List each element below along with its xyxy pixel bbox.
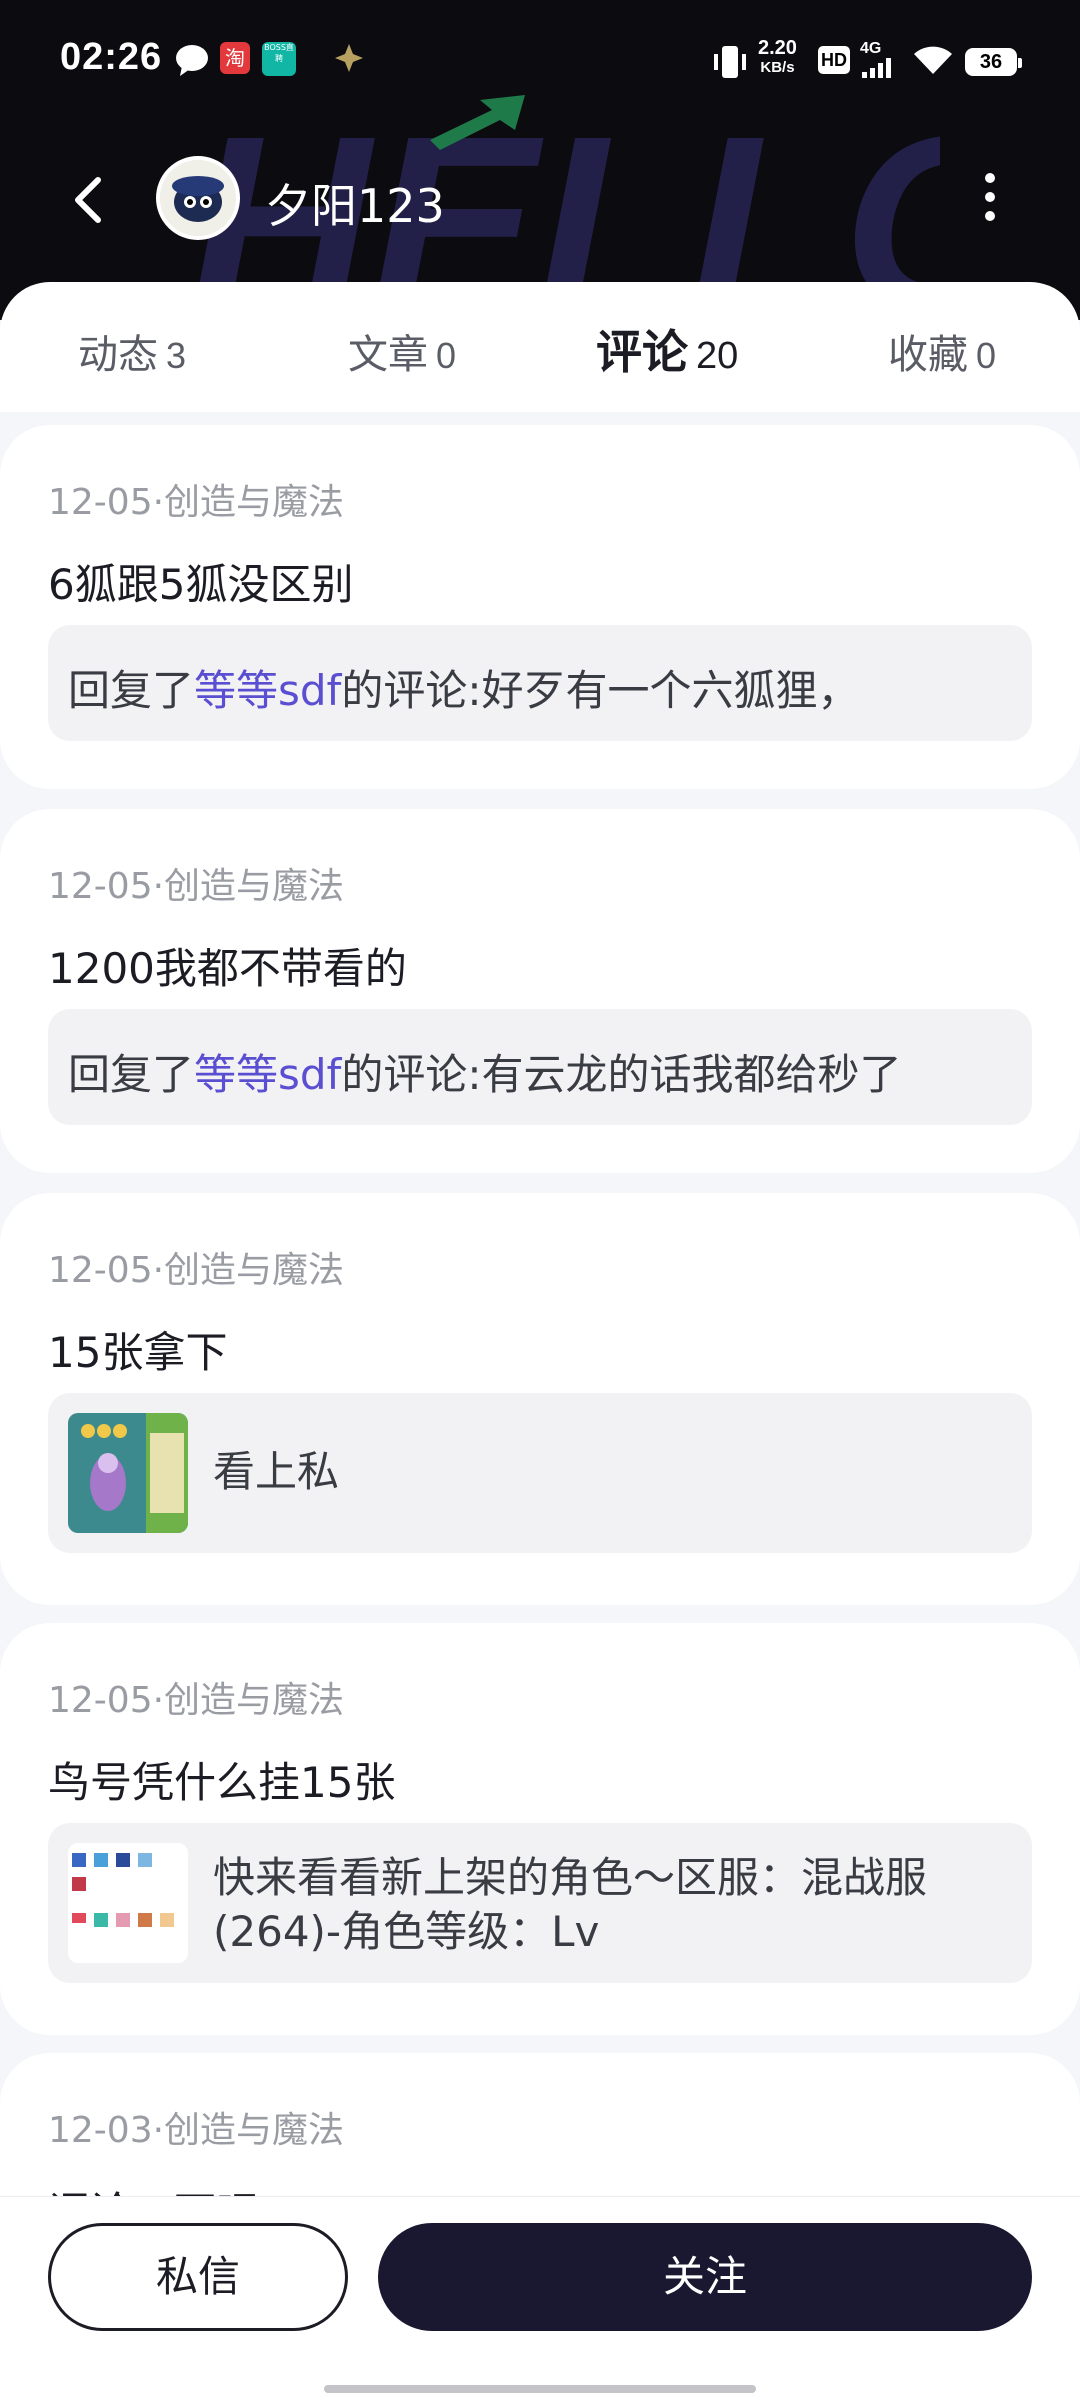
comment-text: 鸟号凭什么挂15张	[48, 1758, 396, 1807]
home-indicator[interactable]	[324, 2385, 756, 2393]
reply-quote-text: 回复了等等sdf的评论:有云龙的话我都给秒了	[68, 1050, 902, 1099]
network-speed: 2.20 KB/s	[758, 37, 797, 76]
comment-meta: 12-05·创造与魔法	[48, 866, 345, 907]
nav-bar: 夕阳123	[0, 140, 1080, 260]
post-thumbnail	[68, 1413, 188, 1533]
tab-comments[interactable]: 评论 20	[590, 316, 764, 386]
signal-icon	[862, 58, 891, 78]
post-quote-text: 看上私	[213, 1447, 340, 1496]
follow-button[interactable]: 关注	[378, 2223, 1032, 2331]
comment-meta: 12-05·创造与魔法	[48, 482, 345, 523]
tab-dynamics[interactable]: 动态 3	[78, 322, 186, 392]
comment-card[interactable]: 12-05·创造与魔法 1200我都不带看的 回复了等等sdf的评论:有云龙的话…	[0, 809, 1080, 1173]
wifi-icon	[914, 46, 952, 74]
comment-card[interactable]: 12-05·创造与魔法 15张拿下 看上私	[0, 1193, 1080, 1605]
hd-icon: HD	[818, 46, 850, 74]
bottom-action-bar: 私信 关注	[0, 2196, 1080, 2401]
reply-quote-text: 回复了等等sdf的评论:好歹有一个六狐狸，	[68, 666, 860, 715]
comment-meta: 12-05·创造与魔法	[48, 1250, 345, 1291]
comment-text: 15张拿下	[48, 1328, 228, 1377]
tab-articles[interactable]: 文章 0	[348, 322, 456, 392]
comment-card[interactable]: 12-05·创造与魔法 6狐跟5狐没区别 回复了等等sdf的评论:好歹有一个六狐…	[0, 425, 1080, 789]
comment-text: 6狐跟5狐没区别	[48, 560, 354, 609]
post-quote-text: 快来看看新上架的角色～区服：混战服 (264)-角色等级：Lv	[213, 1853, 928, 1956]
comment-text: 1200我都不带看的	[48, 944, 407, 993]
username: 夕阳123	[265, 179, 445, 233]
post-quote[interactable]: 看上私	[48, 1393, 1032, 1553]
tab-favorites[interactable]: 收藏 0	[888, 322, 996, 392]
profile-header-banner: HELLO. 02:26 淘 BOSS直聘 2.20 KB/s HD 4G 36	[0, 0, 1080, 320]
network-type: 4G	[860, 40, 882, 57]
battery-icon: 36	[965, 48, 1022, 76]
post-thumbnail	[68, 1843, 188, 1963]
sparkle-icon	[335, 44, 363, 72]
mention-link[interactable]: 等等sdf	[194, 1050, 341, 1099]
profile-tabs: 动态 3 文章 0 评论 20 收藏 0	[0, 282, 1080, 412]
comment-meta: 12-03·创造与魔法	[48, 2110, 345, 2151]
reply-quote[interactable]: 回复了等等sdf的评论:有云龙的话我都给秒了	[48, 1009, 1032, 1125]
mention-link[interactable]: 等等sdf	[194, 666, 341, 715]
more-options-icon[interactable]	[970, 165, 1010, 235]
status-bar: 02:26 淘 BOSS直聘 2.20 KB/s HD 4G 36	[0, 0, 1080, 120]
comment-card[interactable]: 12-05·创造与魔法 鸟号凭什么挂15张 快来看看新上架的角色～区服：混战服 …	[0, 1623, 1080, 2035]
user-avatar[interactable]	[156, 156, 240, 240]
reply-quote[interactable]: 回复了等等sdf的评论:好歹有一个六狐狸，	[48, 625, 1032, 741]
private-message-button[interactable]: 私信	[48, 2223, 348, 2331]
chat-bubble-icon	[176, 45, 208, 76]
taobao-notification-icon: 淘	[220, 42, 250, 74]
status-time: 02:26	[60, 36, 163, 78]
vibrate-icon	[714, 46, 746, 78]
boss-notification-icon: BOSS直聘	[262, 42, 296, 76]
post-quote[interactable]: 快来看看新上架的角色～区服：混战服 (264)-角色等级：Lv	[48, 1823, 1032, 1983]
comment-meta: 12-05·创造与魔法	[48, 1680, 345, 1721]
back-arrow-icon[interactable]	[60, 170, 120, 230]
